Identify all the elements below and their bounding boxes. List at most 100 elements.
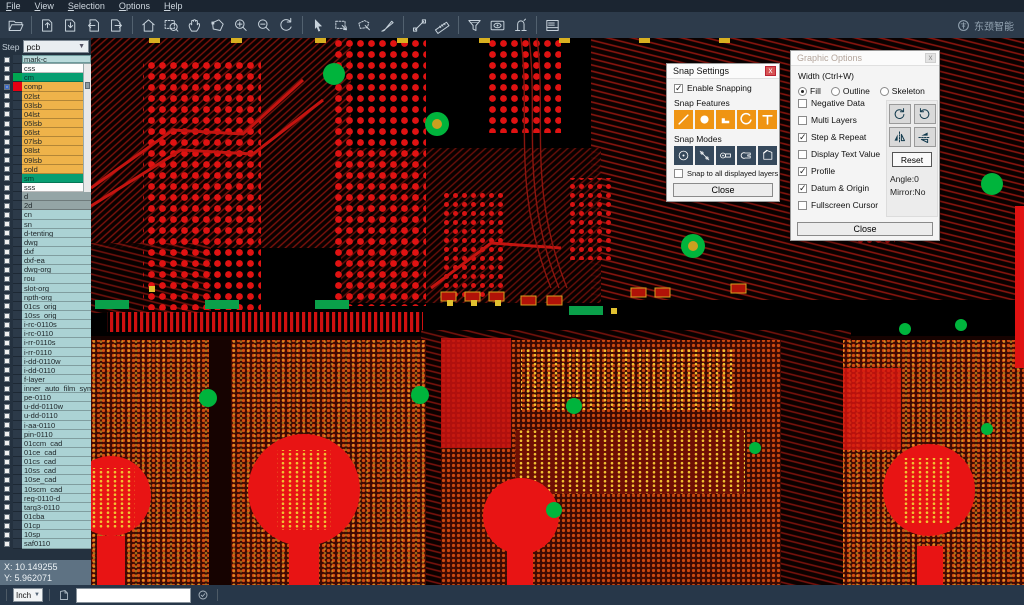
layer-visibility-checkbox[interactable] xyxy=(4,157,10,163)
snap-surface-icon[interactable] xyxy=(716,110,735,129)
layer-color-swatch[interactable] xyxy=(13,530,22,539)
checkbox-step-repeat[interactable]: Step & Repeat xyxy=(798,132,886,142)
measure-ruler-icon[interactable] xyxy=(431,14,454,36)
layer-row[interactable]: saf0110 xyxy=(0,539,91,548)
layer-row[interactable]: cn xyxy=(0,210,91,219)
layer-color-swatch[interactable] xyxy=(13,539,22,548)
checkbox-negative-data[interactable]: Negative Data xyxy=(798,98,886,108)
layer-row[interactable]: 2d xyxy=(0,201,91,210)
layer-visibility-checkbox[interactable] xyxy=(4,340,10,346)
layer-color-swatch[interactable] xyxy=(13,146,22,155)
menu-item-selection[interactable]: Selection xyxy=(68,1,105,11)
layer-row[interactable]: 03lsb xyxy=(0,101,91,110)
layer-row[interactable]: css xyxy=(0,64,91,73)
layer-color-swatch[interactable] xyxy=(13,503,22,512)
scrollbar-thumb[interactable] xyxy=(85,82,90,89)
layer-row[interactable]: 01cba xyxy=(0,512,91,521)
command-input[interactable] xyxy=(76,588,191,603)
layer-visibility-checkbox[interactable] xyxy=(4,495,10,501)
layer-visibility-checkbox[interactable] xyxy=(4,331,10,337)
layer-visibility-checkbox[interactable] xyxy=(4,84,10,90)
select-rect-icon[interactable] xyxy=(330,14,353,36)
layer-color-swatch[interactable] xyxy=(13,174,22,183)
layer-color-swatch[interactable] xyxy=(13,348,22,357)
layer-row[interactable]: u-dd-0110w xyxy=(0,402,91,411)
layer-row[interactable]: 05lsb xyxy=(0,119,91,128)
layer-color-swatch[interactable] xyxy=(13,73,22,82)
mirror-vertical-icon[interactable] xyxy=(914,127,936,147)
layer-visibility-checkbox[interactable] xyxy=(4,203,10,209)
layer-color-swatch[interactable] xyxy=(13,457,22,466)
snap-pad-icon[interactable] xyxy=(695,110,714,129)
layer-row[interactable]: pe-0110 xyxy=(0,393,91,402)
layer-color-swatch[interactable] xyxy=(13,137,22,146)
mode-key-edge-icon[interactable] xyxy=(737,146,756,165)
enable-snapping-checkbox[interactable] xyxy=(674,84,683,93)
layer-color-swatch[interactable] xyxy=(13,494,22,503)
layer-row[interactable]: i-rr-0110 xyxy=(0,348,91,357)
layer-row[interactable]: cm xyxy=(0,73,91,82)
layer-color-swatch[interactable] xyxy=(13,384,22,393)
layer-row[interactable]: pin-0110 xyxy=(0,430,91,439)
measure-line-icon[interactable] xyxy=(408,14,431,36)
layer-row[interactable]: sn xyxy=(0,220,91,229)
close-icon[interactable]: x xyxy=(765,66,776,76)
menu-item-options[interactable]: Options xyxy=(119,1,150,11)
layer-row[interactable]: npth-org xyxy=(0,293,91,302)
mode-key-center-icon[interactable] xyxy=(716,146,735,165)
layer-color-swatch[interactable] xyxy=(13,293,22,302)
select-polygon-icon[interactable] xyxy=(353,14,376,36)
layer-visibility-checkbox[interactable] xyxy=(4,276,10,282)
layer-visibility-checkbox[interactable] xyxy=(4,523,10,529)
layer-visibility-checkbox[interactable] xyxy=(4,139,10,145)
layer-row[interactable]: sold xyxy=(0,165,91,174)
mode-vertex-icon[interactable] xyxy=(758,146,777,165)
layer-color-swatch[interactable] xyxy=(13,265,22,274)
layer-visibility-checkbox[interactable] xyxy=(4,395,10,401)
snap-all-layers-row[interactable]: Snap to all displayed layers xyxy=(674,169,779,178)
layer-visibility-checkbox[interactable] xyxy=(4,431,10,437)
layer-row[interactable]: i-rr-0110s xyxy=(0,338,91,347)
layer-row[interactable]: inner_auto_film_symb xyxy=(0,384,91,393)
layer-color-swatch[interactable] xyxy=(13,411,22,420)
zoom-polygon-icon[interactable] xyxy=(206,14,229,36)
layer-row[interactable]: 01ccm_cad xyxy=(0,439,91,448)
layer-visibility-checkbox[interactable] xyxy=(4,230,10,236)
layer-color-swatch[interactable] xyxy=(13,165,22,174)
layer-color-swatch[interactable] xyxy=(13,82,22,91)
layer-row[interactable]: i-dd-0110 xyxy=(0,366,91,375)
checkbox-fullscreen-cursor[interactable]: Fullscreen Cursor xyxy=(798,200,886,210)
layer-color-swatch[interactable] xyxy=(13,119,22,128)
checkbox-display-text-value[interactable]: Display Text Value xyxy=(798,149,886,159)
layer-visibility-checkbox[interactable] xyxy=(4,440,10,446)
layer-visibility-checkbox[interactable] xyxy=(4,322,10,328)
layer-visibility-checkbox[interactable] xyxy=(4,422,10,428)
layer-visibility-checkbox[interactable] xyxy=(4,75,10,81)
layer-row[interactable]: targ3-0110 xyxy=(0,503,91,512)
layer-color-swatch[interactable] xyxy=(13,128,22,137)
layer-row[interactable]: d-tenting xyxy=(0,229,91,238)
layer-row[interactable]: 01ce_cad xyxy=(0,448,91,457)
layer-visibility-checkbox[interactable] xyxy=(4,413,10,419)
layer-color-swatch[interactable] xyxy=(13,55,22,64)
layer-color-swatch[interactable] xyxy=(13,430,22,439)
layer-color-swatch[interactable] xyxy=(13,485,22,494)
layer-visibility-checkbox[interactable] xyxy=(4,541,10,547)
step-select[interactable]: pcb ▼ xyxy=(23,40,90,53)
layer-color-swatch[interactable] xyxy=(13,393,22,402)
layer-visibility-checkbox[interactable] xyxy=(4,121,10,127)
layer-color-swatch[interactable] xyxy=(13,366,22,375)
graphic-close-button[interactable]: Close xyxy=(797,222,933,236)
open-folder-icon[interactable] xyxy=(4,14,27,36)
checkbox-datum-origin[interactable]: Datum & Origin xyxy=(798,183,886,193)
layer-visibility-checkbox[interactable] xyxy=(4,450,10,456)
layer-visibility-checkbox[interactable] xyxy=(4,194,10,200)
layer-row[interactable]: f-layer xyxy=(0,375,91,384)
layer-color-swatch[interactable] xyxy=(13,220,22,229)
layer-visibility-checkbox[interactable] xyxy=(4,249,10,255)
layer-color-swatch[interactable] xyxy=(13,512,22,521)
menu-item-view[interactable]: View xyxy=(35,1,54,11)
zoom-in-icon[interactable] xyxy=(229,14,252,36)
layer-row[interactable]: 09lsb xyxy=(0,156,91,165)
layer-visibility-checkbox[interactable] xyxy=(4,175,10,181)
